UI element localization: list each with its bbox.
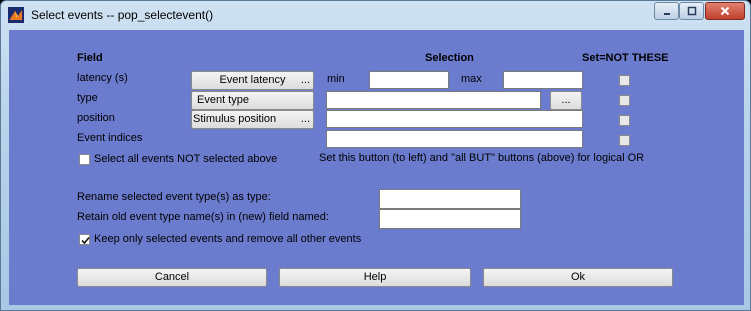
cancel-button[interactable]: Cancel [77,268,267,287]
logical-or-hint: Set this button (to left) and "all BUT" … [319,152,645,164]
dialog-body: Field Selection Set=NOT THESE latency (s… [9,30,744,305]
minimize-button[interactable] [654,2,679,20]
minimize-icon [663,13,670,15]
close-button[interactable] [705,2,745,20]
matlab-icon [8,7,24,23]
stimulus-position-button[interactable]: Stimulus position ... [191,110,314,129]
latency-max-input[interactable] [503,71,583,89]
browse-dots: ... [561,94,571,106]
latency-not-checkbox[interactable] [619,75,630,86]
rename-input[interactable] [379,189,521,209]
event-type-browse-button[interactable]: ... [550,91,582,110]
keep-only-label: Keep only selected events and remove all… [94,233,362,245]
latency-label: latency (s) [77,72,128,84]
ok-button-label: Ok [570,271,586,283]
window-title: Select events -- pop_selectevent() [31,8,214,22]
ok-button[interactable]: Ok [483,268,673,287]
event-type-input[interactable] [326,91,541,109]
stimulus-position-button-label: Stimulus position [193,113,277,125]
rename-label: Rename selected event type(s) as type: [77,191,271,203]
stimulus-position-dots: ... [300,113,310,125]
type-not-checkbox[interactable] [619,95,630,106]
close-icon [720,6,730,16]
event-latency-button[interactable]: Event latency ... [191,71,314,90]
select-not-selected-label: Select all events NOT selected above [94,153,278,165]
retain-input[interactable] [379,209,521,229]
cancel-button-label: Cancel [154,271,190,283]
position-not-checkbox[interactable] [619,115,630,126]
header-field: Field [77,52,103,64]
type-label: type [77,92,98,104]
header-set-not-these: Set=NOT THESE [582,52,669,64]
latency-min-input[interactable] [369,71,449,89]
event-type-button-label: Event type [197,94,249,106]
event-type-button[interactable]: Event type [191,91,314,110]
keep-only-checkbox[interactable] [79,234,90,245]
maximize-icon [687,6,696,16]
maximize-button[interactable] [679,2,704,20]
event-latency-button-label: Event latency [219,74,286,86]
position-label: position [77,112,115,124]
event-indices-label: Event indices [77,132,143,144]
event-indices-input[interactable] [326,130,583,148]
dialog-window: Select events -- pop_selectevent() Field… [0,0,751,311]
title-bar[interactable]: Select events -- pop_selectevent() [1,1,750,29]
checkmark-icon [81,236,90,245]
event-latency-dots: ... [300,74,310,86]
latency-min-label: min [327,73,345,85]
header-selection: Selection [425,52,474,64]
stimulus-position-input[interactable] [326,110,583,128]
retain-label: Retain old event type name(s) in (new) f… [77,211,329,223]
indices-not-checkbox[interactable] [619,135,630,146]
latency-max-label: max [461,73,482,85]
help-button[interactable]: Help [279,268,471,287]
help-button-label: Help [363,271,387,283]
select-not-selected-checkbox[interactable] [79,154,90,165]
